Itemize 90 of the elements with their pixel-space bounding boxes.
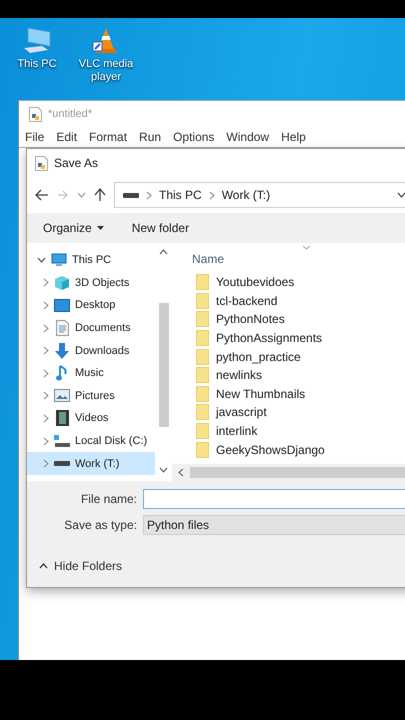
dialog-title: Save As — [54, 156, 98, 170]
down-arrow-icon — [54, 342, 70, 359]
folder-item[interactable]: python_practice — [172, 347, 405, 366]
tree-item[interactable]: Desktop — [27, 294, 155, 317]
folder-item[interactable]: tcl-backend — [172, 292, 405, 310]
expand-chevron-icon[interactable] — [43, 436, 49, 446]
organize-menu[interactable]: Organize — [43, 221, 92, 235]
tree-item[interactable]: Work (T:) — [27, 452, 155, 475]
computer-icon — [51, 253, 67, 268]
folder-item[interactable]: New Thumbnails — [172, 384, 405, 404]
folder-icon — [196, 386, 209, 402]
menu-item[interactable]: File — [19, 130, 50, 144]
menu-item[interactable]: Edit — [50, 130, 84, 144]
disk-drive-icon — [54, 434, 70, 448]
drive-icon — [123, 192, 139, 198]
history-chevron-icon[interactable] — [77, 192, 86, 198]
scroll-up-icon[interactable] — [159, 249, 168, 255]
folder-icon — [196, 292, 209, 309]
folder-item[interactable]: Youtubevidoes — [172, 273, 405, 292]
sort-chevron-icon — [302, 245, 311, 250]
folder-icon — [196, 311, 209, 328]
breadcrumb-item[interactable]: Work (T:) — [222, 188, 270, 202]
expand-chevron-icon[interactable] — [43, 391, 49, 400]
tree-item[interactable]: Music — [27, 362, 155, 385]
folder-icon — [196, 330, 209, 346]
folder-item[interactable]: javascript — [172, 403, 405, 422]
menu-item[interactable]: Window — [220, 130, 276, 144]
breadcrumb-chevron-icon[interactable] — [146, 190, 152, 200]
menu-item[interactable]: Format — [83, 130, 134, 144]
dropdown-chevron-icon[interactable] — [397, 192, 405, 198]
caret-icon — [96, 226, 104, 230]
expand-chevron-icon[interactable] — [43, 278, 49, 288]
tree-item[interactable]: Pictures — [27, 384, 155, 408]
up-chevron-icon — [39, 563, 48, 569]
menu-item[interactable]: Options — [167, 130, 220, 144]
breadcrumb-item[interactable]: This PC — [159, 188, 202, 202]
scroll-left-icon[interactable] — [178, 468, 184, 477]
folder-item[interactable]: PythonNotes — [172, 310, 405, 329]
python-file-icon — [35, 156, 48, 170]
expand-chevron-icon[interactable] — [43, 324, 49, 333]
expand-chevron-icon[interactable] — [43, 346, 49, 356]
tree-item[interactable]: Local Disk (C:) — [27, 430, 155, 452]
tree-item[interactable]: 3D Objects — [27, 272, 155, 294]
film-icon — [56, 410, 68, 426]
folder-icon — [196, 442, 209, 458]
drive-icon — [54, 461, 70, 466]
expand-chevron-icon[interactable] — [43, 459, 49, 468]
desktop-icon — [54, 298, 70, 312]
file-name-field[interactable] — [143, 489, 405, 509]
picture-icon — [54, 389, 70, 402]
hide-folders-button[interactable]: Hide Folders — [27, 535, 405, 587]
back-arrow-icon[interactable] — [35, 189, 49, 201]
computer-icon[interactable] — [22, 26, 52, 56]
up-arrow-icon[interactable] — [94, 188, 106, 202]
collapse-chevron-icon[interactable] — [37, 257, 46, 264]
music-note-icon — [56, 365, 68, 382]
desktop-icon-label: This PC — [17, 58, 57, 71]
forward-arrow-icon[interactable] — [57, 190, 69, 200]
folder-icon — [196, 367, 209, 384]
folder-icon — [196, 348, 209, 365]
file-type-dropdown[interactable]: Python files — [143, 515, 405, 535]
desktop-icon-label: VLC media player — [78, 58, 134, 84]
folder-item[interactable]: interlink — [172, 422, 405, 440]
folder-item[interactable]: GeekyShowsDjango — [172, 440, 405, 459]
expand-chevron-icon[interactable] — [43, 414, 49, 423]
menu-item[interactable]: Help — [275, 130, 312, 144]
scroll-down-icon[interactable] — [159, 467, 168, 473]
field-label: Save as type: — [63, 518, 137, 532]
new-folder-button[interactable]: New folder — [132, 221, 190, 235]
folder-icon — [196, 423, 209, 440]
tree-item[interactable]: This PC — [27, 249, 155, 272]
folder-item[interactable]: PythonAssignments — [172, 328, 405, 348]
folder-item[interactable]: newlinks — [172, 366, 405, 385]
tree-item[interactable]: Videos — [27, 407, 155, 430]
tree-item[interactable]: Downloads — [27, 339, 155, 362]
cube-icon — [54, 274, 70, 291]
document-icon — [56, 320, 68, 336]
expand-chevron-icon[interactable] — [43, 368, 49, 378]
folder-icon — [196, 404, 209, 420]
field-label: File name: — [80, 492, 137, 506]
menu-item[interactable]: Run — [133, 130, 168, 144]
expand-chevron-icon[interactable] — [43, 300, 49, 310]
window-title: *untitled* — [48, 108, 92, 120]
column-header[interactable]: Name — [172, 247, 405, 271]
folder-icon — [196, 274, 209, 290]
tree-item[interactable]: Documents — [27, 316, 155, 340]
python-file-icon — [29, 106, 42, 122]
horizontal-scrollbar[interactable] — [172, 464, 405, 481]
breadcrumb-chevron-icon[interactable] — [208, 190, 215, 200]
address-bar[interactable]: This PC Work (T:) — [114, 182, 405, 208]
